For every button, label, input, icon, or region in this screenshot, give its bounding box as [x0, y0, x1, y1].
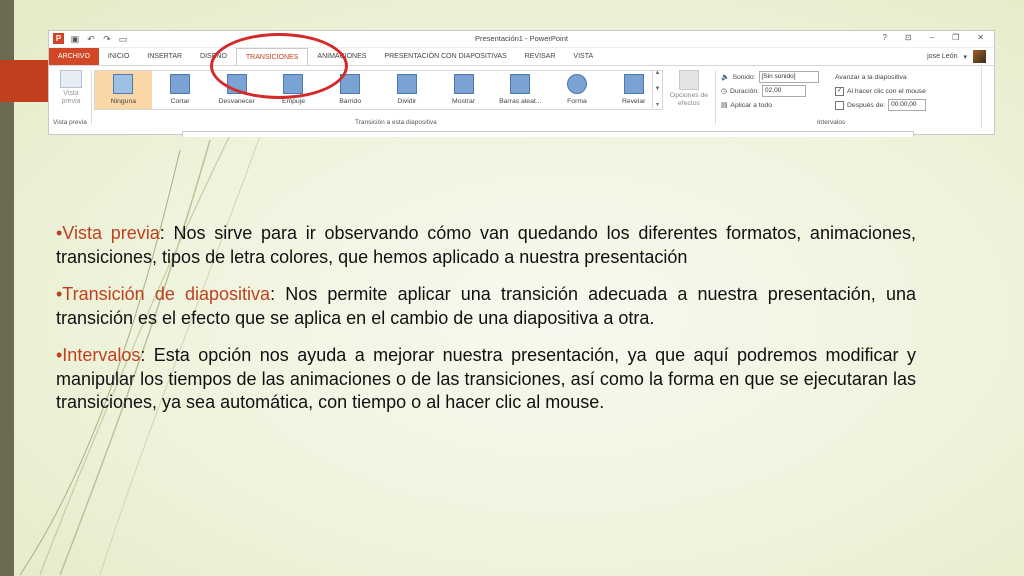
chevron-down-icon[interactable]: ▼: [655, 86, 661, 92]
ribbon-panel: Vista previa Vista previa Ninguna Cortar…: [49, 65, 994, 128]
duration-field[interactable]: 02,00: [762, 85, 807, 97]
tab-inicio[interactable]: INICIO: [99, 48, 138, 65]
transition-forma[interactable]: Forma: [549, 71, 606, 109]
forma-icon: [566, 74, 587, 94]
paragraph-transicion: •Transición de diapositiva: Nos permite …: [56, 283, 916, 330]
group-divider: [91, 70, 92, 124]
restore-icon[interactable]: ❐: [952, 33, 959, 42]
ribbon-tabs: ARCHIVO INICIO INSERTAR DISEÑO TRANSICIO…: [49, 48, 994, 65]
slide-body: •Vista previa: Nos sirve para ir observa…: [56, 222, 916, 429]
group-label-transition: Transición a esta diapositiva: [355, 119, 437, 126]
ribbon-display-icon[interactable]: ⊡: [905, 33, 912, 42]
transition-label: Barrido: [339, 98, 362, 105]
transition-label: Cortar: [170, 98, 190, 105]
close-icon[interactable]: ✕: [977, 33, 984, 42]
sound-label: Sonido:: [732, 73, 756, 81]
effect-options-icon: [679, 70, 699, 90]
term-vista-previa: •Vista previa: [56, 223, 160, 243]
preview-button[interactable]: Vista previa: [57, 70, 85, 106]
user-account[interactable]: jose León ▾: [927, 50, 986, 63]
ribbon-collapse-control[interactable]: [981, 66, 994, 128]
transition-cortar[interactable]: Cortar: [152, 71, 209, 109]
paragraph-text: : Nos sirve para ir observando cómo van …: [56, 223, 916, 267]
after-time-field[interactable]: 00:00,00: [888, 99, 927, 111]
after-checkbox[interactable]: [835, 100, 844, 110]
group-label-timing: Intervalos: [817, 119, 846, 126]
transition-label: Revelar: [621, 98, 646, 105]
sound-icon: 🔈: [721, 74, 730, 81]
term-transicion: •Transición de diapositiva: [56, 284, 271, 304]
cortar-icon: [170, 74, 191, 94]
transition-label: Mostrar: [452, 98, 476, 105]
transition-dividir[interactable]: Dividir: [379, 71, 436, 109]
apply-all-label: Aplicar a todo: [730, 101, 772, 109]
mostrar-icon: [453, 74, 474, 94]
transition-gallery: Ninguna Cortar Desvanecer Empuje Barrido…: [94, 70, 663, 110]
tab-insertar[interactable]: INSERTAR: [138, 48, 191, 65]
group-label-preview: Vista previa: [53, 119, 87, 126]
expand-gallery-icon[interactable]: ▾: [656, 101, 659, 108]
slide-accent-block: [0, 60, 48, 102]
slide-pane-edge: [182, 131, 914, 137]
advance-label: Avanzar a la diapositiva: [835, 73, 907, 81]
preview-label: Vista previa: [61, 90, 81, 105]
advance-group: Avanzar a la diapositiva ✓ Al hacer clic…: [835, 70, 955, 112]
preview-icon: [60, 70, 82, 88]
paragraph-intervalos: •Intervalos: Esta opción nos ayuda a mej…: [56, 344, 916, 415]
group-divider: [715, 70, 716, 124]
transition-label: Desvanecer: [218, 98, 255, 105]
chevron-down-icon: ▾: [963, 53, 967, 61]
after-label: Después de:: [847, 101, 886, 109]
revelar-icon: [623, 74, 644, 94]
highlight-ellipse: [210, 33, 348, 99]
transition-barras[interactable]: Barras aleat...: [492, 71, 549, 109]
window-title: Presentación1 - PowerPoint: [475, 34, 568, 43]
term-intervalos: •Intervalos: [56, 345, 141, 365]
help-icon[interactable]: ?: [883, 33, 887, 42]
transition-label: Ninguna: [110, 98, 137, 105]
transition-ninguna[interactable]: Ninguna: [95, 71, 152, 109]
barras-icon: [510, 74, 531, 94]
duration-label: Duración:: [729, 87, 760, 95]
apply-all-button[interactable]: ▤ Aplicar a todo: [721, 98, 831, 112]
gallery-scroll[interactable]: ▲ ▼ ▾: [652, 70, 662, 108]
user-name: jose León: [927, 53, 958, 60]
tab-presentacion[interactable]: PRESENTACIÓN CON DIAPOSITIVAS: [375, 48, 515, 65]
transition-label: Forma: [567, 98, 587, 105]
tab-revisar[interactable]: REVISAR: [516, 48, 565, 65]
tab-vista[interactable]: VISTA: [564, 48, 602, 65]
sound-select[interactable]: [Sin sonido]: [758, 71, 819, 83]
paragraph-text: : Esta opción nos ayuda a mejorar nuestr…: [56, 345, 916, 412]
transition-label: Barras aleat...: [499, 98, 542, 105]
avatar: [973, 50, 986, 63]
transition-mostrar[interactable]: Mostrar: [435, 71, 492, 109]
chevron-up-icon[interactable]: ▲: [655, 70, 661, 76]
timing-group: 🔈 Sonido: [Sin sonido] ◷ Duración: 02,00…: [721, 70, 831, 112]
clock-icon: ◷: [721, 88, 727, 95]
transition-label: Dividir: [397, 98, 417, 105]
tab-archivo[interactable]: ARCHIVO: [49, 48, 99, 65]
powerpoint-window: P ▣ ↶ ↷ ▭ Presentación1 - PowerPoint ? ⊡…: [48, 30, 995, 135]
minimize-icon[interactable]: –: [930, 33, 934, 42]
transition-label: Empuje: [281, 98, 305, 105]
on-click-label: Al hacer clic con el mouse: [847, 87, 926, 95]
ninguna-icon: [113, 74, 134, 94]
effect-options-label: Opciones de efectos: [669, 92, 709, 107]
apply-all-icon: ▤: [721, 102, 728, 109]
on-click-checkbox[interactable]: ✓: [835, 86, 844, 96]
dividir-icon: [396, 74, 417, 94]
paragraph-vista-previa: •Vista previa: Nos sirve para ir observa…: [56, 222, 916, 269]
title-bar: P ▣ ↶ ↷ ▭ Presentación1 - PowerPoint ? ⊡…: [49, 31, 994, 48]
window-controls: ? ⊡ – ❐ ✕: [883, 33, 984, 42]
effect-options-button[interactable]: Opciones de efectos: [667, 70, 711, 108]
